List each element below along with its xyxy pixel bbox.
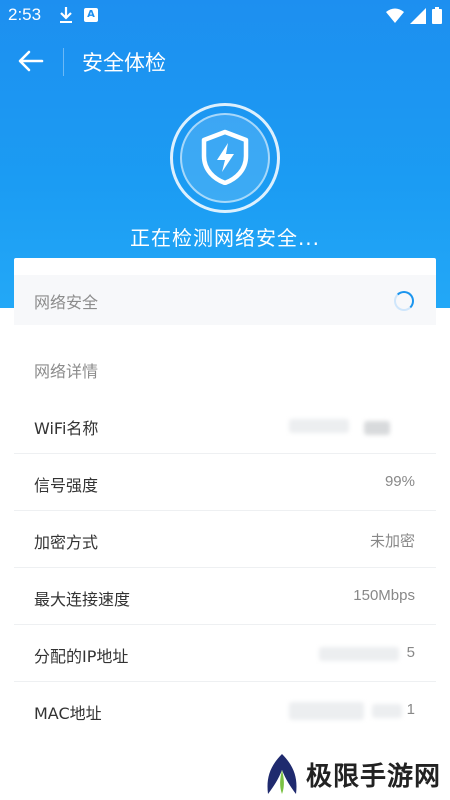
signal-strength-label: 信号强度: [34, 476, 99, 495]
watermark-logo-icon: [267, 754, 297, 794]
ip-address-value: 5: [406, 644, 415, 661]
status-bar: 2:53 A: [0, 0, 450, 32]
encryption-value: 未加密: [369, 533, 415, 550]
detail-row-signal: 信号强度 99%: [14, 454, 436, 511]
download-icon: [58, 6, 74, 24]
mac-address-value: 1: [406, 701, 415, 718]
status-time: 2:53: [8, 5, 42, 24]
redacted-mac-address: [289, 702, 364, 720]
shield-lightning-icon: [201, 129, 249, 185]
max-speed-value: 150Mbps: [353, 587, 415, 604]
app-bar-divider: [63, 48, 64, 76]
mac-address-label: MAC地址: [34, 704, 102, 723]
details-card: 网络安全 网络详情 WiFi名称 信号强度 99% 加密方式 未加密 最大连接速…: [14, 258, 436, 740]
redacted-ip-address: [319, 647, 399, 661]
detail-row-wifi-name: WiFi名称: [14, 397, 436, 454]
back-button[interactable]: [14, 44, 48, 78]
encryption-label: 加密方式: [34, 533, 99, 552]
network-security-label: 网络安全: [34, 293, 99, 312]
detail-row-max-speed: 最大连接速度 150Mbps: [14, 568, 436, 625]
signal-strength-value: 99%: [384, 473, 415, 490]
page-title: 安全体检: [82, 51, 166, 75]
network-details-label: 网络详情: [34, 362, 99, 381]
loading-spinner-icon: [394, 291, 414, 311]
ip-address-label: 分配的IP地址: [34, 647, 129, 666]
back-arrow-icon: [18, 50, 44, 72]
redacted-mac-address-tail: [372, 704, 402, 718]
scan-animation: [170, 103, 280, 213]
battery-icon: [432, 7, 442, 28]
scan-status-text: 正在检测网络安全...: [129, 226, 321, 250]
signal-icon: [410, 7, 426, 28]
redacted-wifi-name: [289, 419, 349, 433]
watermark: 极限手游网: [248, 748, 450, 800]
status-icons: [386, 7, 442, 28]
watermark-text: 极限手游网: [306, 762, 442, 792]
network-details-header: 网络详情: [14, 340, 436, 397]
wifi-name-label: WiFi名称: [34, 419, 99, 438]
app-notification-icon: A: [84, 8, 98, 22]
max-speed-label: 最大连接速度: [34, 590, 131, 609]
wifi-icon: [386, 8, 404, 28]
app-bar: 安全体检: [0, 32, 450, 90]
redacted-wifi-name-tail: [364, 421, 390, 435]
detail-row-mac: MAC地址 1: [14, 682, 436, 739]
detail-row-ip: 分配的IP地址 5: [14, 625, 436, 682]
detail-row-encryption: 加密方式 未加密: [14, 511, 436, 568]
network-security-row: 网络安全: [14, 275, 436, 325]
